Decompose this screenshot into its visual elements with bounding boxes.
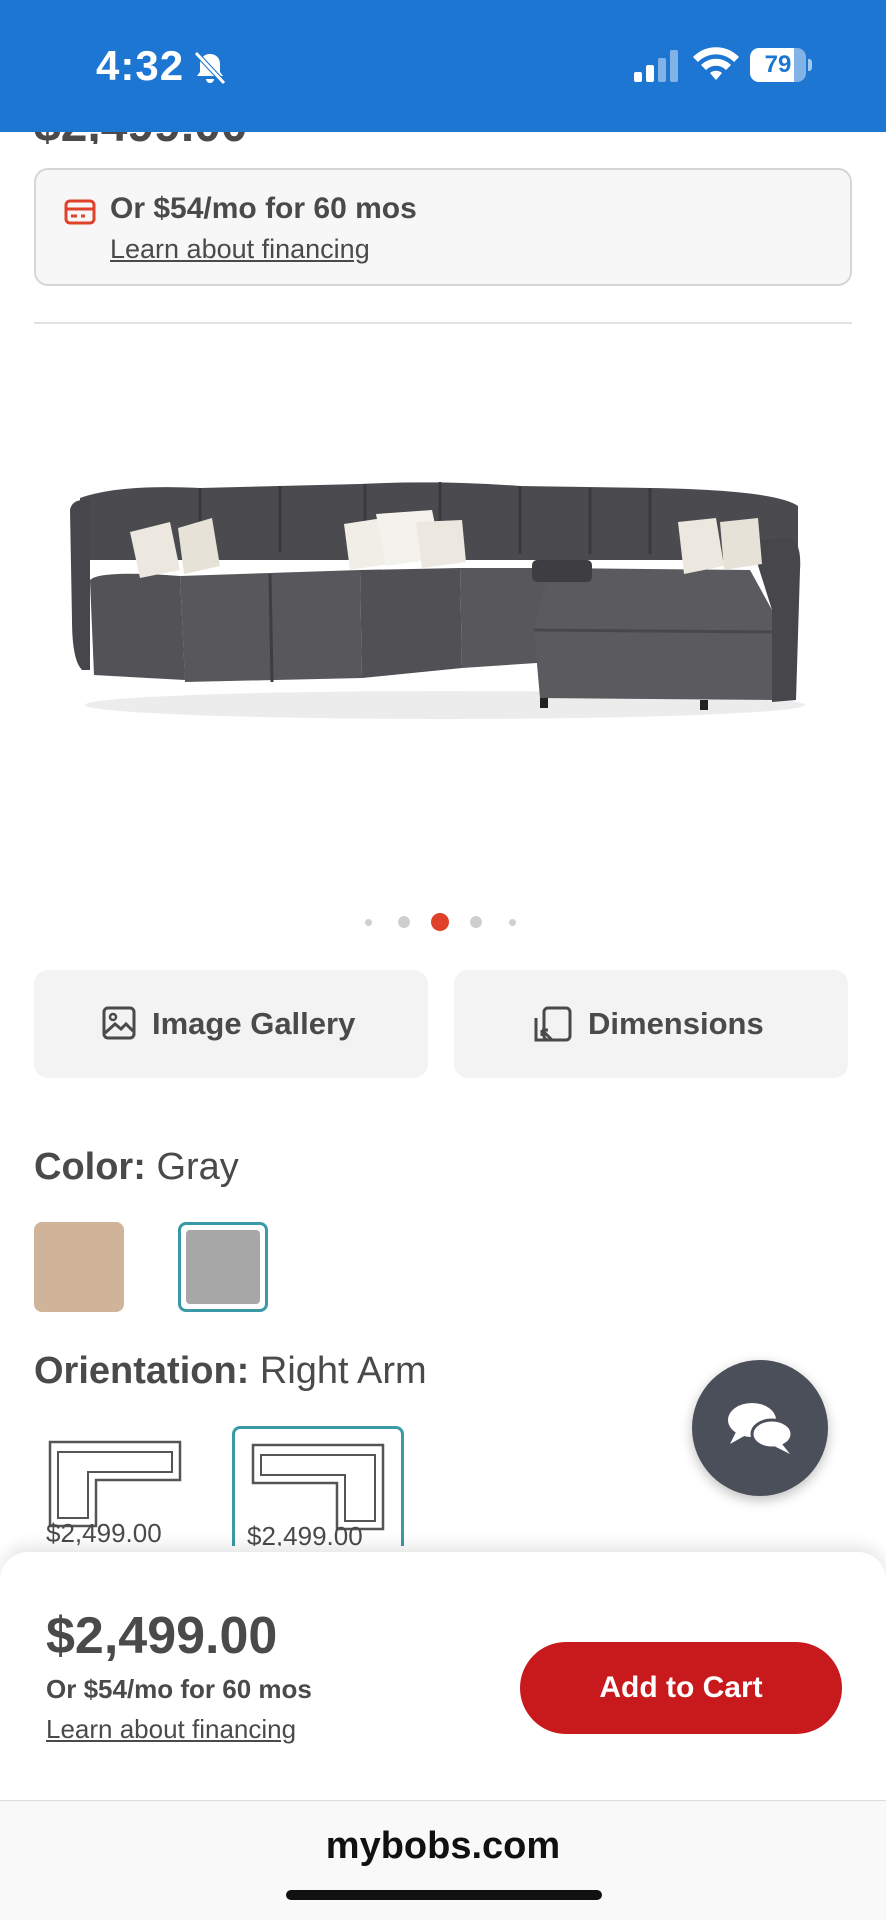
- image-gallery-button[interactable]: Image Gallery: [34, 970, 428, 1078]
- credit-card-icon: [64, 199, 96, 225]
- dimensions-label: Dimensions: [588, 1006, 764, 1041]
- bell-muted-icon: [194, 51, 226, 85]
- product-image[interactable]: [60, 470, 830, 730]
- color-swatch-tan[interactable]: [34, 1222, 124, 1312]
- carousel-dot[interactable]: [508, 918, 516, 926]
- color-swatch-gray[interactable]: [178, 1222, 268, 1312]
- learn-financing-link[interactable]: Learn about financing: [110, 234, 370, 265]
- right-arm-sectional-icon: [251, 1443, 385, 1531]
- cell-signal-icon: [634, 50, 678, 82]
- chat-button[interactable]: [692, 1360, 828, 1496]
- dimensions-button[interactable]: Dimensions: [454, 970, 848, 1078]
- orientation-price: $2,499.00: [46, 1518, 162, 1546]
- financing-box: Or $54/mo for 60 mos Learn about financi…: [34, 168, 852, 286]
- wifi-icon: [693, 47, 739, 80]
- color-value: Gray: [156, 1146, 239, 1188]
- carousel-dot-active[interactable]: [431, 913, 449, 931]
- battery-indicator: 79: [750, 48, 812, 82]
- carousel-dot[interactable]: [364, 918, 372, 926]
- image-gallery-label: Image Gallery: [152, 1006, 356, 1041]
- orientation-option-right-arm[interactable]: $2,499.00: [232, 1426, 404, 1546]
- orientation-option-left-arm[interactable]: $2,499.00: [34, 1426, 194, 1546]
- orientation-value: Right Arm: [259, 1350, 427, 1392]
- add-to-cart-button[interactable]: Add to Cart: [520, 1642, 842, 1734]
- cart-bar-monthly: Or $54/mo for 60 mos: [46, 1674, 312, 1704]
- status-time: 4:32: [96, 42, 185, 89]
- financing-monthly-text: Or $54/mo for 60 mos: [110, 192, 417, 225]
- home-indicator[interactable]: [286, 1890, 602, 1900]
- image-icon: [102, 1006, 136, 1040]
- cart-bar-price: $2,499.00: [46, 1607, 278, 1665]
- left-arm-sectional-icon: [48, 1440, 182, 1528]
- sticky-cart-bar: $2,499.00 Or $54/mo for 60 mos Learn abo…: [0, 1552, 886, 1802]
- cart-bar-financing-link[interactable]: Learn about financing: [46, 1714, 296, 1745]
- chat-bubbles-icon: [728, 1403, 794, 1454]
- status-bar: 4:32 79: [0, 0, 886, 132]
- orientation-label: Orientation: Right Arm: [34, 1350, 427, 1392]
- section-divider: [34, 322, 852, 324]
- url-text: mybobs.com: [325, 1825, 561, 1867]
- orientation-price: $2,499.00: [247, 1521, 363, 1546]
- carousel-dot[interactable]: [470, 916, 482, 928]
- carousel-dots[interactable]: [360, 910, 520, 934]
- color-label: Color: Gray: [34, 1146, 239, 1188]
- dimensions-icon: [534, 1006, 572, 1042]
- carousel-dot[interactable]: [398, 916, 410, 928]
- browser-url-bar[interactable]: mybobs.com: [0, 1800, 886, 1920]
